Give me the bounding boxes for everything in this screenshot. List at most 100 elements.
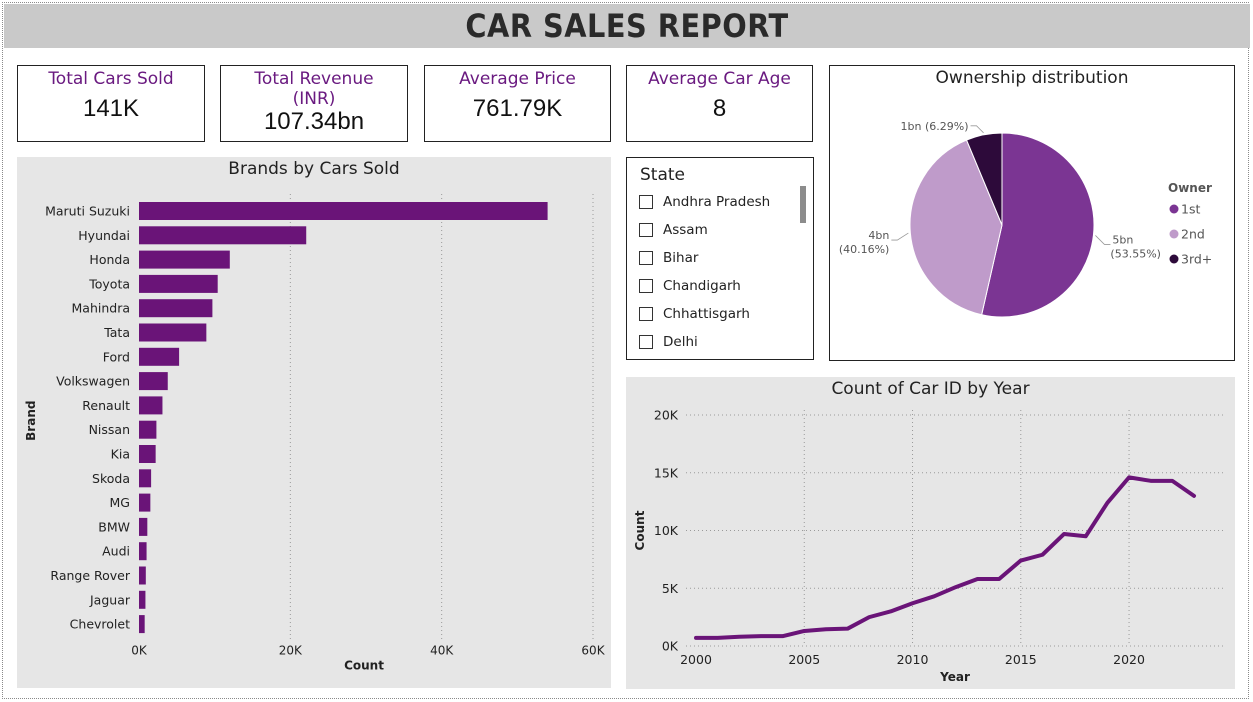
category-label: Skoda <box>92 471 130 486</box>
bar <box>139 226 307 245</box>
y-tick-label: 20K <box>654 408 679 423</box>
y-tick-label: 15K <box>654 465 679 480</box>
x-axis-title: Year <box>939 670 970 684</box>
slicer-checkbox[interactable] <box>639 307 653 321</box>
pie-label-leader <box>1095 235 1111 245</box>
bar <box>139 590 146 609</box>
kpi-value: 8 <box>712 95 727 122</box>
bar <box>139 615 145 634</box>
kpi-label: Average Car Age <box>648 69 791 89</box>
ownership-pie-panel[interactable]: Ownership distribution 5bn (53.55%) 4bn (40… <box>829 65 1235 361</box>
slicer-item[interactable]: Chandigarh <box>639 275 741 297</box>
legend-title: Owner <box>1168 181 1212 195</box>
brands-bar-chart: 0K 20K 40K 60K Maruti Suzuki Hyundai Honda Toyo… <box>24 194 606 672</box>
y-tick-label: 5K <box>662 581 679 596</box>
bar <box>139 396 163 415</box>
kpi-value: 107.34bn <box>263 108 365 135</box>
category-label: Ford <box>103 349 130 364</box>
year-line-chart: 0K 5K 10K 15K 20K 2000 2005 2010 2015 2020 Year Cou… <box>633 408 1226 684</box>
x-tick-label: 2005 <box>788 652 820 667</box>
pie-data-label: 5bn <box>1112 233 1133 246</box>
pie-label-leader <box>891 232 909 241</box>
slicer-item[interactable]: Assam <box>639 219 708 241</box>
year-line-chart-panel[interactable]: Count of Car ID by Year 0K 5K 10K 15K 20K 200… <box>626 377 1235 689</box>
x-tick-label: 40K <box>430 643 454 657</box>
x-axis-title: Count <box>344 658 384 672</box>
slicer-item-label: Chandigarh <box>663 278 741 294</box>
category-label: Chevrolet <box>70 617 130 632</box>
legend-label: 1st <box>1181 202 1200 217</box>
report-title: CAR SALES REPORT <box>465 7 789 45</box>
bar <box>139 372 168 391</box>
slicer-item[interactable]: Bihar <box>639 247 698 269</box>
bar <box>139 347 180 366</box>
slicer-item[interactable]: Delhi <box>639 331 698 353</box>
bar <box>139 250 230 269</box>
bar <box>139 274 218 293</box>
x-tick-label: 2020 <box>1113 652 1145 667</box>
kpi-value: 141K <box>82 95 140 122</box>
category-label: Toyota <box>88 276 130 291</box>
category-label: BMW <box>98 519 130 534</box>
bar <box>139 420 157 439</box>
legend-label: 2nd <box>1181 227 1205 242</box>
pie-data-label: 4bn <box>868 229 889 242</box>
y-axis-title: Brand <box>24 401 38 441</box>
x-tick-label: 60K <box>581 643 605 657</box>
kpi-card-average-price[interactable]: Average Price 761.79K <box>424 65 611 142</box>
pie-data-label-percent: (53.55%) <box>1110 247 1161 260</box>
category-label: Honda <box>89 252 130 267</box>
category-label: MG <box>110 495 130 510</box>
legend-marker <box>1169 254 1179 264</box>
bar <box>139 445 156 463</box>
pie-label-leader <box>970 125 984 134</box>
bar <box>139 469 152 488</box>
legend-marker <box>1169 204 1179 214</box>
pie-data-label-percent: (40.16%) <box>839 243 890 256</box>
state-slicer-title: State <box>640 165 685 185</box>
category-label: Nissan <box>89 422 130 437</box>
category-label: Renault <box>82 398 130 413</box>
slicer-checkbox[interactable] <box>639 335 653 349</box>
x-tick-label: 2010 <box>897 652 929 667</box>
slicer-checkbox[interactable] <box>639 251 653 265</box>
slicer-item[interactable]: Andhra Pradesh <box>639 191 770 213</box>
x-tick-label: 2000 <box>680 652 712 667</box>
legend-marker <box>1169 229 1179 239</box>
bar <box>139 517 148 536</box>
category-label: Audi <box>102 544 130 559</box>
slicer-checkbox[interactable] <box>639 223 653 237</box>
kpi-label: Total Revenue (INR) <box>254 69 374 109</box>
category-label: Maruti Suzuki <box>45 204 130 219</box>
kpi-card-total-cars-sold[interactable]: Total Cars Sold 141K <box>17 65 205 142</box>
bar <box>139 202 548 220</box>
kpi-value: 761.79K <box>472 95 563 122</box>
bar <box>139 566 146 585</box>
kpi-card-average-car-age[interactable]: Average Car Age 8 <box>626 65 813 142</box>
report-title-bar: CAR SALES REPORT <box>4 4 1250 48</box>
category-label: Range Rover <box>50 568 130 583</box>
category-label: Tata <box>103 325 130 340</box>
bar <box>139 323 207 342</box>
slicer-item-label: Andhra Pradesh <box>663 194 771 210</box>
pie-data-label: 1bn (6.29%) <box>901 120 969 133</box>
slicer-checkbox[interactable] <box>639 279 653 293</box>
slicer-item-label: Delhi <box>663 334 698 350</box>
legend-label: 3rd+ <box>1181 252 1212 267</box>
kpi-label: Total Cars Sold <box>48 69 174 89</box>
slicer-item-label: Assam <box>663 222 708 238</box>
bar <box>139 542 147 561</box>
slicer-scrollbar[interactable] <box>800 186 806 223</box>
brands-bar-chart-panel[interactable]: Brands by Cars Sold 0K 20K 40K 60K Maruti Su… <box>17 157 611 688</box>
series-line <box>694 475 1196 640</box>
slicer-checkbox[interactable] <box>639 195 653 209</box>
bar <box>139 493 151 512</box>
kpi-card-total-revenue[interactable]: Total Revenue (INR) 107.34bn <box>220 65 408 142</box>
state-slicer[interactable]: State Andhra Pradesh Assam Bihar Chandigarh… <box>626 157 814 360</box>
slicer-item-label: Bihar <box>663 250 699 266</box>
bar <box>139 299 213 318</box>
category-label: Kia <box>111 447 130 462</box>
category-label: Hyundai <box>78 228 130 243</box>
category-label: Mahindra <box>72 301 131 316</box>
slicer-item[interactable]: Chhattisgarh <box>639 303 750 325</box>
